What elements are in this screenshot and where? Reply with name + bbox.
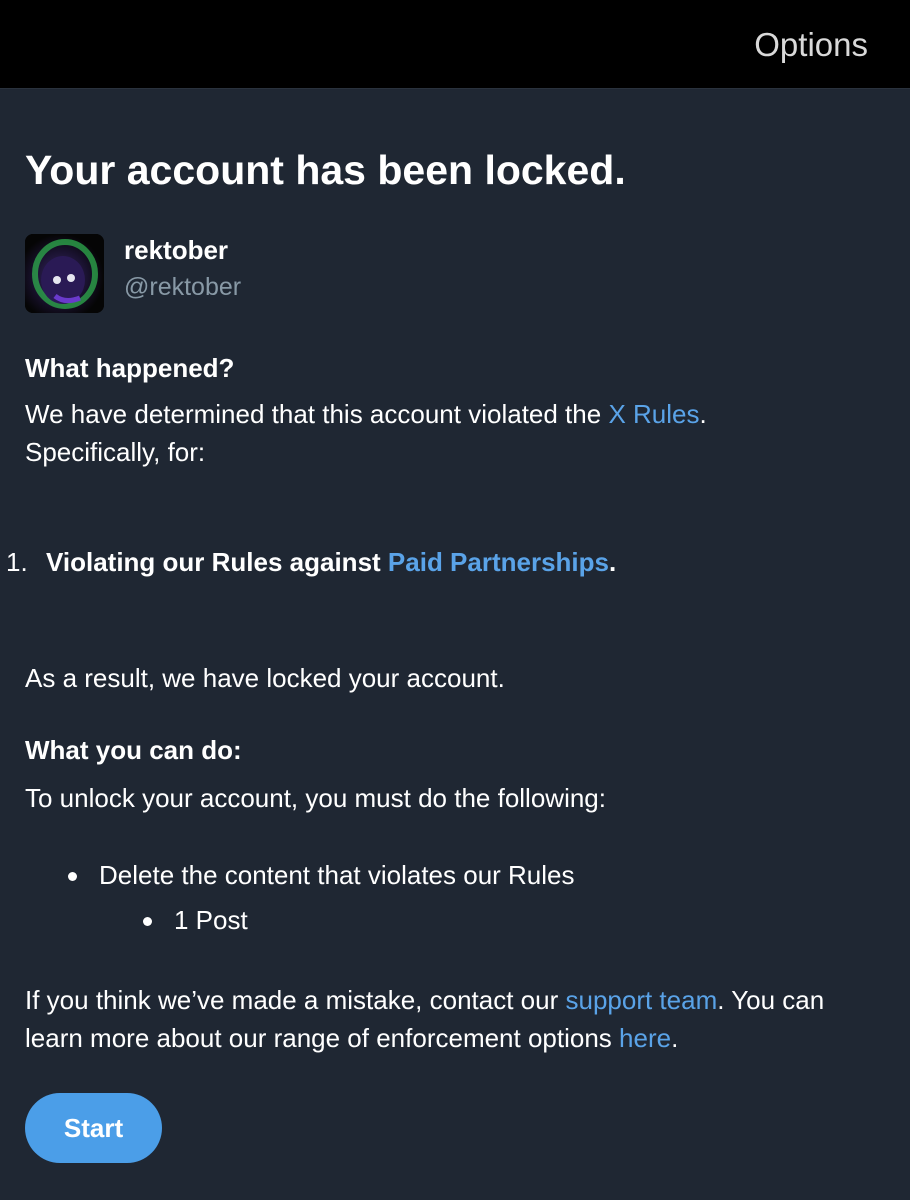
bullet-icon	[143, 917, 152, 926]
what-happened-heading: What happened?	[25, 353, 235, 383]
paid-partnerships-link[interactable]: Paid Partnerships	[388, 547, 609, 577]
bullet-icon	[68, 872, 77, 881]
x-rules-link[interactable]: X Rules	[608, 399, 699, 429]
sub-bullet-item: 1 Post	[174, 905, 248, 935]
here-link[interactable]: here	[619, 1023, 671, 1053]
start-button[interactable]: Start	[25, 1093, 162, 1163]
avatar	[25, 234, 104, 313]
page-title: Your account has been locked.	[25, 147, 626, 193]
support-team-link[interactable]: support team	[565, 985, 717, 1015]
account-handle: @rektober	[124, 273, 242, 301]
display-name: rektober	[124, 235, 229, 265]
what-you-can-do-heading: What you can do:	[25, 735, 242, 765]
mistake-text: If you think we’ve made a mistake, conta…	[25, 985, 825, 1053]
options-button[interactable]: Options	[754, 26, 868, 64]
result-text: As a result, we have locked your account…	[25, 663, 505, 693]
violation-item: 1. Violating our Rules against Paid Partn…	[6, 547, 617, 577]
bullet-item: Delete the content that violates our Rul…	[99, 860, 575, 890]
what-happened-text: We have determined that this account vio…	[25, 399, 707, 467]
top-bar: Options	[0, 0, 910, 89]
unlock-instructions: To unlock your account, you must do the …	[25, 783, 606, 813]
